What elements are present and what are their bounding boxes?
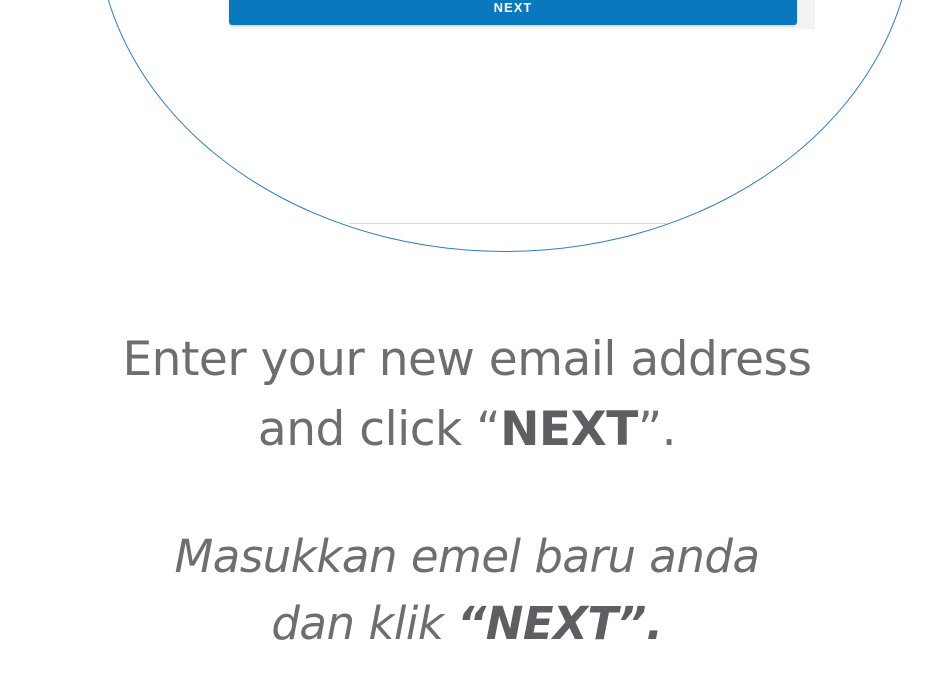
magnifier-callout: NEXT (96, 0, 914, 252)
instruction-en-next-emphasis: NEXT (500, 402, 638, 457)
tutorial-page: NEXT Enter your new email address and cl… (0, 0, 934, 686)
instruction-en-prefix: and click “ (257, 402, 501, 457)
instruction-en-suffix: ”. (637, 402, 677, 457)
instruction-en-line1: Enter your new email address (122, 332, 812, 387)
next-button[interactable]: NEXT (229, 0, 797, 25)
button-shadow (797, 0, 815, 29)
instruction-ms-prefix: dan klik (271, 597, 458, 650)
instruction-ms-line2: dan klik “NEXT”. (0, 590, 934, 657)
phone-screen-zoom: NEXT (97, 0, 913, 251)
instructions-block: Enter your new email address and click “… (0, 325, 934, 657)
divider-line (349, 223, 779, 224)
instruction-ms-line1: Masukkan emel baru anda (174, 530, 760, 583)
instruction-ms-next-emphasis: “NEXT”. (457, 597, 663, 650)
instruction-en-line2: and click “NEXT”. (0, 395, 934, 465)
